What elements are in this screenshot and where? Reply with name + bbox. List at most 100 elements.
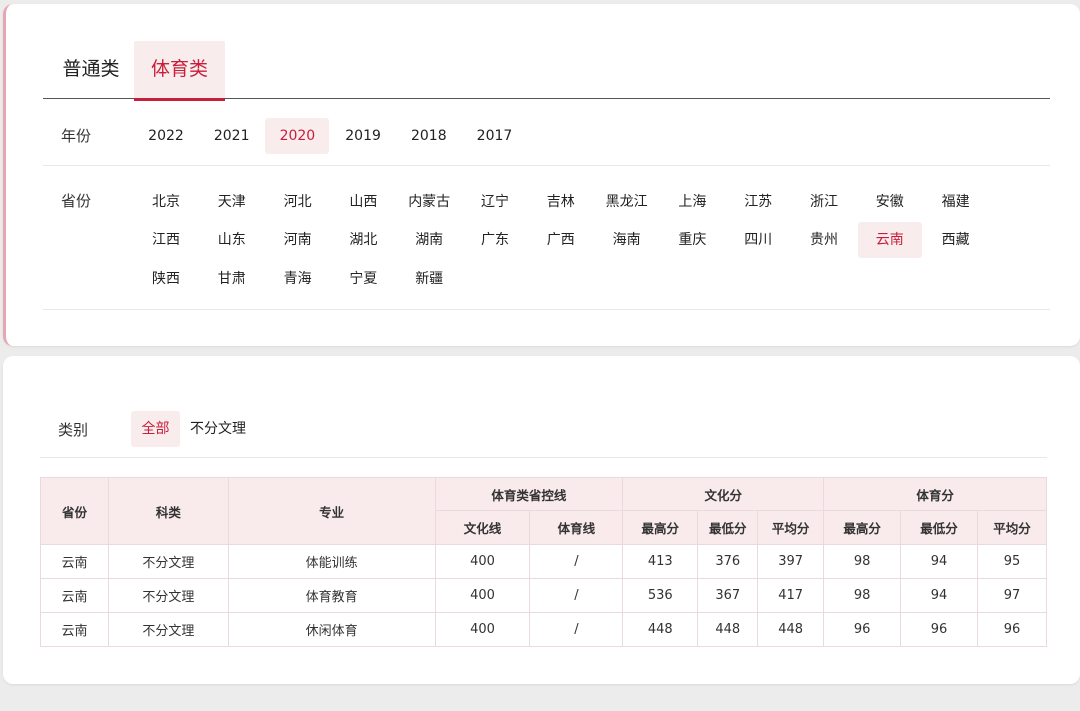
cell-culture-min: 367 (697, 578, 759, 613)
header-culture-max: 最高分 (622, 510, 699, 545)
province-option[interactable]: 宁夏 (331, 261, 395, 297)
header-culture-min: 最低分 (697, 510, 759, 545)
province-option[interactable]: 云南 (857, 222, 922, 258)
province-option[interactable]: 重庆 (660, 222, 724, 258)
header-culture-avg: 平均分 (757, 510, 825, 545)
cell-province: 云南 (40, 578, 109, 613)
cell-sports-line: / (529, 612, 624, 647)
cell-culture-max: 536 (622, 578, 699, 613)
cell-sports-min: 94 (900, 544, 978, 579)
cell-province: 云南 (40, 544, 109, 579)
cell-culture-line: 400 (434, 544, 531, 579)
cell-culture-avg: 448 (757, 612, 825, 647)
category-option-no-split[interactable]: 不分文理 (183, 411, 253, 447)
province-option[interactable]: 甘肃 (200, 261, 264, 297)
cell-culture-min: 376 (697, 544, 759, 579)
divider (43, 165, 1050, 166)
province-option[interactable]: 河北 (266, 184, 330, 220)
table-header-row: 省份 科类 专业 体育类省控线 文化分 体育分 (40, 477, 1047, 545)
province-option[interactable]: 北京 (134, 184, 198, 220)
header-sports-min: 最低分 (900, 510, 978, 545)
province-option[interactable]: 江西 (134, 222, 198, 258)
header-subject: 科类 (107, 477, 229, 545)
header-sports-avg: 平均分 (977, 510, 1047, 545)
filter-card: 普通类 体育类 年份 2022 2021 2020 2019 2018 2017 省份 北… (3, 4, 1080, 346)
province-label: 省份 (61, 192, 92, 210)
score-table: 省份 科类 专业 体育类省控线 文化分 体育分 文化线 体育线 最高分 最低分 … (40, 477, 1047, 647)
province-option[interactable]: 河南 (266, 222, 330, 258)
year-option-2020[interactable]: 2020 (265, 118, 330, 154)
table-row: 云南 不分文理 体能训练 400 / 413 376 397 98 94 95 (40, 544, 1047, 579)
cell-sports-max: 96 (823, 612, 902, 647)
year-option-2021[interactable]: 2021 (200, 118, 264, 154)
tab-general[interactable]: 普通类 (51, 41, 131, 99)
year-option-2019[interactable]: 2019 (331, 118, 395, 154)
cell-sports-min: 96 (900, 612, 978, 647)
results-card: 类别 全部 不分文理 省份 科类 专业 体育类省控线 文化分 体育分 文化线 体… (3, 356, 1080, 684)
cell-sports-line: / (529, 578, 624, 613)
divider (43, 309, 1050, 310)
tab-sports[interactable]: 体育类 (134, 41, 225, 101)
year-label: 年份 (61, 127, 92, 145)
province-option[interactable]: 安徽 (858, 184, 922, 220)
province-option[interactable]: 湖北 (331, 222, 395, 258)
cell-province: 云南 (40, 612, 109, 647)
cell-subject: 不分文理 (107, 578, 229, 613)
province-option[interactable]: 黑龙江 (595, 184, 659, 220)
province-option[interactable]: 山西 (331, 184, 395, 220)
province-option[interactable]: 四川 (726, 222, 790, 258)
category-label: 类别 (58, 421, 89, 439)
cell-culture-line: 400 (434, 612, 531, 647)
category-tabs: 普通类 体育类 (43, 41, 1050, 101)
cell-subject: 不分文理 (107, 544, 229, 579)
year-option-2018[interactable]: 2018 (397, 118, 461, 154)
province-option[interactable]: 内蒙古 (397, 184, 461, 220)
cell-culture-min: 448 (697, 612, 759, 647)
province-option[interactable]: 广东 (463, 222, 527, 258)
province-option[interactable]: 江苏 (726, 184, 790, 220)
cell-sports-max: 98 (823, 544, 902, 579)
province-option[interactable]: 西藏 (924, 222, 988, 258)
category-option-all[interactable]: 全部 (131, 411, 180, 447)
header-culture-line: 文化线 (434, 510, 531, 545)
cell-sports-max: 98 (823, 578, 902, 613)
header-sports-score: 体育分 (823, 477, 1047, 511)
cell-sports-line: / (529, 544, 624, 579)
cell-sports-avg: 97 (977, 578, 1047, 613)
province-option[interactable]: 青海 (266, 261, 330, 297)
cell-culture-avg: 417 (757, 578, 825, 613)
province-option[interactable]: 山东 (200, 222, 264, 258)
divider (40, 457, 1047, 458)
province-option[interactable]: 福建 (924, 184, 988, 220)
header-culture-score: 文化分 (622, 477, 825, 511)
cell-sports-avg: 95 (977, 544, 1047, 579)
province-option[interactable]: 吉林 (529, 184, 593, 220)
cell-sports-min: 94 (900, 578, 978, 613)
province-option[interactable]: 天津 (200, 184, 264, 220)
cell-major: 体能训练 (227, 544, 436, 579)
province-option[interactable]: 陕西 (134, 261, 198, 297)
table-row: 云南 不分文理 体育教育 400 / 536 367 417 98 94 97 (40, 578, 1047, 613)
province-option[interactable]: 辽宁 (463, 184, 527, 220)
cell-subject: 不分文理 (107, 612, 229, 647)
cell-culture-avg: 397 (757, 544, 825, 579)
cell-culture-max: 448 (622, 612, 699, 647)
cell-sports-avg: 96 (977, 612, 1047, 647)
header-major: 专业 (227, 477, 436, 545)
table-row: 云南 不分文理 休闲体育 400 / 448 448 448 96 96 96 (40, 612, 1047, 647)
header-control-line: 体育类省控线 (434, 477, 624, 511)
cell-culture-max: 413 (622, 544, 699, 579)
province-option[interactable]: 海南 (595, 222, 659, 258)
cell-major: 休闲体育 (227, 612, 436, 647)
province-option[interactable]: 上海 (660, 184, 724, 220)
header-province: 省份 (40, 477, 109, 545)
province-option[interactable]: 新疆 (397, 261, 461, 297)
header-sports-max: 最高分 (823, 510, 902, 545)
province-option[interactable]: 湖南 (397, 222, 461, 258)
province-option[interactable]: 贵州 (792, 222, 856, 258)
year-option-2017[interactable]: 2017 (463, 118, 527, 154)
province-option[interactable]: 浙江 (792, 184, 856, 220)
cell-major: 体育教育 (227, 578, 436, 613)
year-option-2022[interactable]: 2022 (134, 118, 198, 154)
province-option[interactable]: 广西 (529, 222, 593, 258)
